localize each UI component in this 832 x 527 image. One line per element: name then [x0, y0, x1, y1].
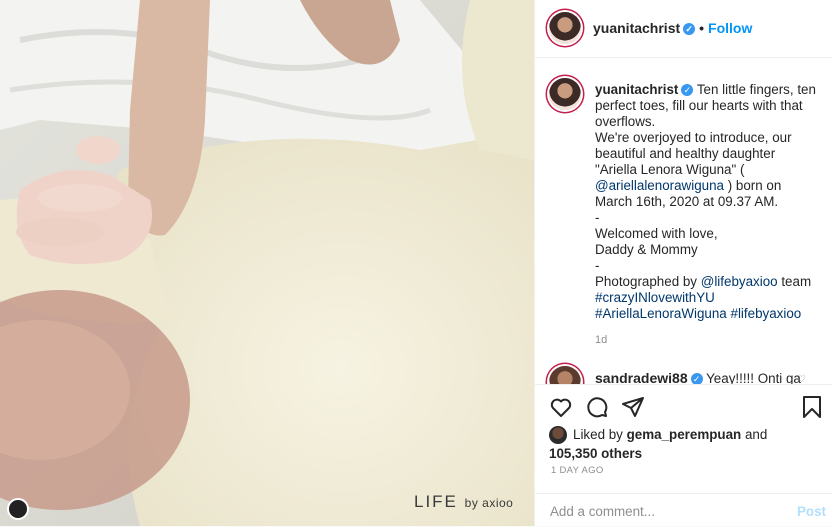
- liker-avatar[interactable]: [549, 426, 567, 444]
- watermark-main: LIFE: [414, 492, 458, 511]
- baby-hand-photo: [0, 0, 534, 526]
- photo-watermark: LIFE by axioo: [414, 492, 513, 512]
- comment-text: Yeay!!!!! Onti ga: [706, 371, 801, 384]
- heart-icon[interactable]: [549, 395, 573, 419]
- instagram-post: LIFE by axioo yuanitachrist ✓ • Follow yuan…: [0, 0, 832, 526]
- caption-line: Welcomed with love,: [595, 226, 718, 241]
- caption-line: We're overjoyed to introduce, our beauti…: [595, 130, 792, 177]
- separator-dot: •: [699, 20, 705, 36]
- comment-input[interactable]: Add a comment...: [550, 504, 655, 519]
- tag-indicator-icon[interactable]: [7, 498, 29, 520]
- caption-line: -: [595, 210, 600, 225]
- comment-icon[interactable]: [585, 395, 609, 419]
- caption-author-avatar[interactable]: [549, 78, 581, 110]
- verified-icon: ✓: [690, 373, 703, 384]
- hashtag-link[interactable]: #AriellaLenoraWiguna: [595, 306, 727, 321]
- liker-username[interactable]: gema_perempuan: [627, 427, 742, 442]
- post-caption: yuanitachrist ✓ Ten little fingers, ten p…: [595, 82, 820, 348]
- comment: sandradewi88 ✓ Yeay!!!!! Onti ga: [595, 370, 801, 384]
- likes-count[interactable]: 105,350 others: [549, 446, 829, 462]
- verified-icon: ✓: [681, 84, 694, 96]
- author-avatar[interactable]: [549, 12, 581, 44]
- caption-line: team: [777, 274, 812, 289]
- author-username[interactable]: yuanitachrist: [593, 20, 680, 36]
- author-header: yuanitachrist ✓ • Follow: [593, 20, 752, 36]
- post-photo[interactable]: LIFE by axioo: [0, 0, 534, 526]
- mention-link[interactable]: @ariellalenorawiguna: [595, 178, 724, 193]
- caption-line: Photographed by: [595, 274, 701, 289]
- commenter-username[interactable]: sandradewi88: [595, 370, 688, 384]
- likes-summary: Liked by gema_perempuan and 105,350 othe…: [549, 426, 829, 462]
- likes-and: and: [741, 427, 768, 442]
- add-comment-bar: Add a comment... Post: [535, 493, 832, 527]
- comment-like-icon[interactable]: ♡: [797, 374, 806, 384]
- watermark-sub: by axioo: [464, 496, 514, 510]
- commenter-avatar[interactable]: [549, 366, 581, 384]
- bookmark-icon[interactable]: [801, 395, 823, 419]
- follow-button[interactable]: Follow: [708, 20, 752, 36]
- hashtag-link[interactable]: #lifebyaxioo: [731, 306, 802, 321]
- share-icon[interactable]: [621, 395, 645, 419]
- caption-line: Daddy & Mommy: [595, 242, 698, 257]
- mention-link[interactable]: @lifebyaxioo: [701, 274, 778, 289]
- hashtag-link[interactable]: #crazyINlovewithYU: [595, 290, 715, 305]
- verified-icon: ✓: [683, 23, 696, 35]
- comments-section: yuanitachrist ✓ Ten little fingers, ten p…: [535, 58, 832, 384]
- likes-prefix: Liked by: [573, 427, 627, 442]
- caption-age: 1d: [595, 334, 608, 346]
- action-bar: [535, 384, 832, 425]
- post-comment-button[interactable]: Post: [797, 504, 826, 519]
- post-timestamp[interactable]: 1 DAY AGO: [551, 465, 604, 476]
- caption-username[interactable]: yuanitachrist: [595, 82, 678, 97]
- caption-line: -: [595, 258, 600, 273]
- post-side-panel: yuanitachrist ✓ • Follow yuanitachrist ✓ Ten…: [534, 0, 832, 526]
- post-header: yuanitachrist ✓ • Follow: [535, 0, 832, 58]
